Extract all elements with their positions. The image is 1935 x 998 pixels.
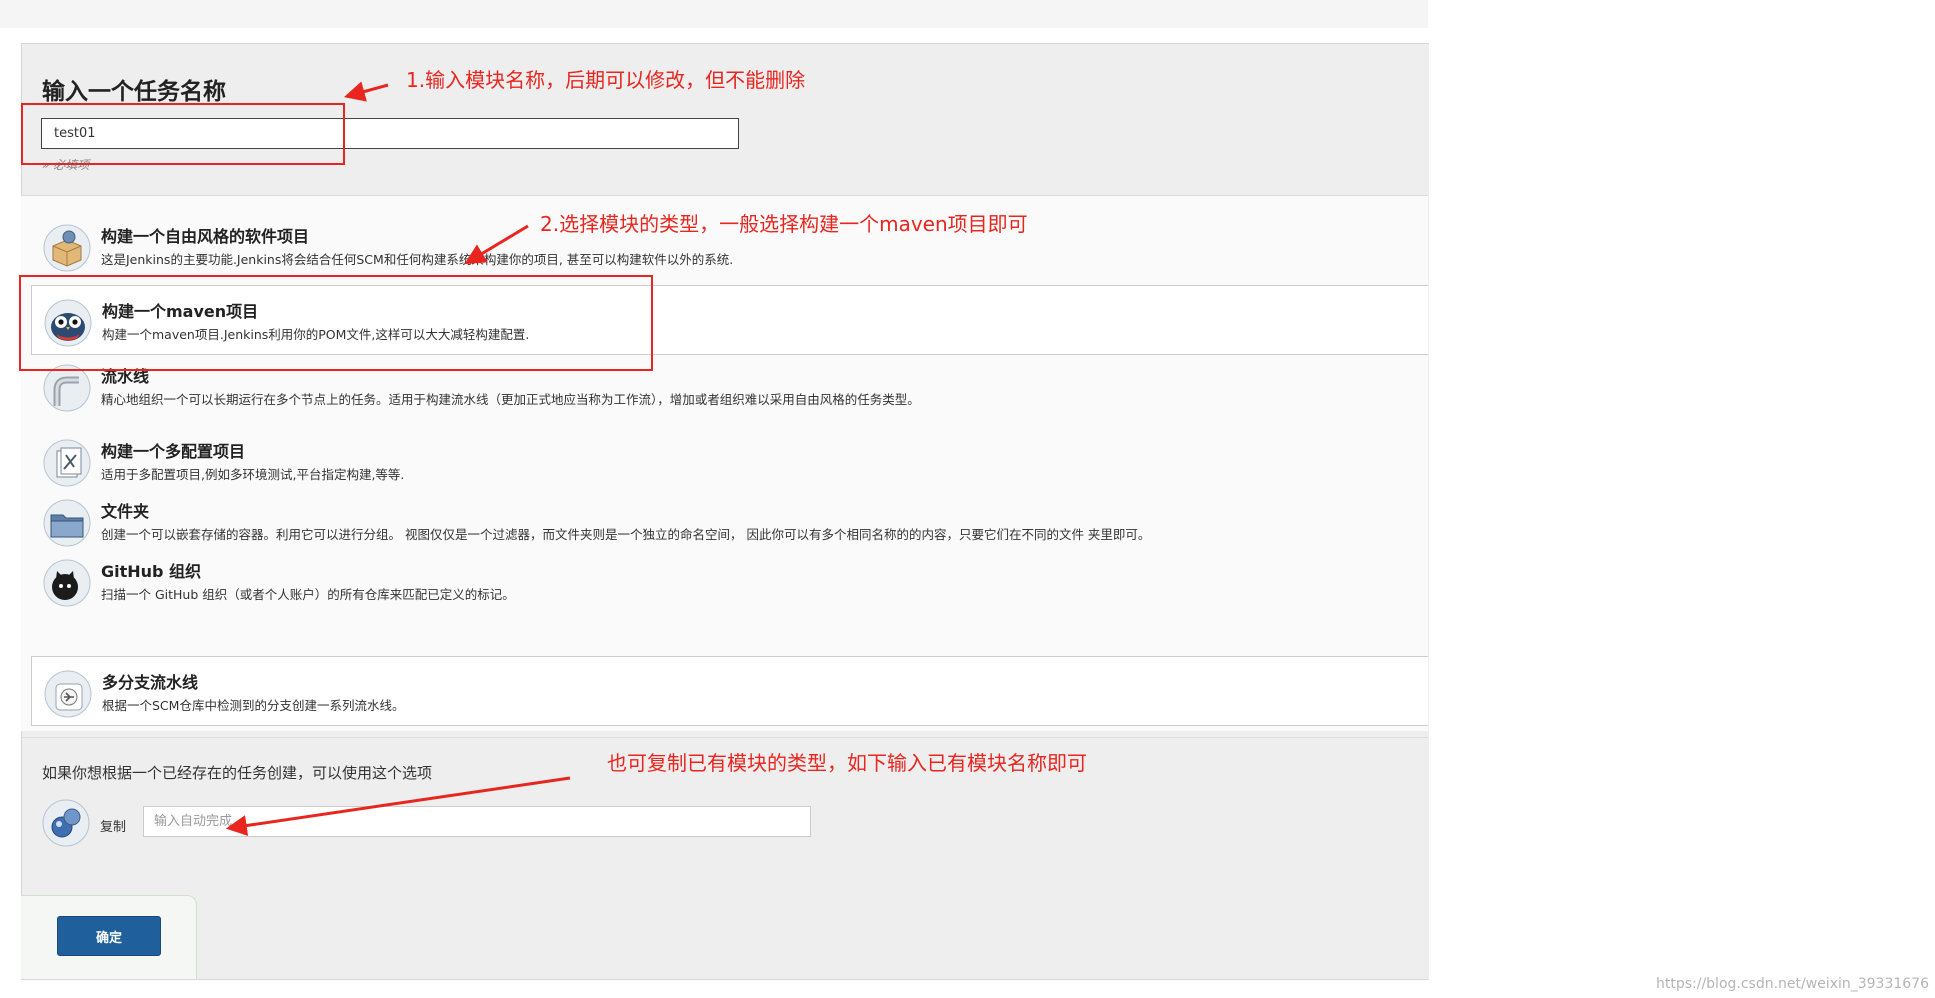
copy-hint: 如果你想根据一个已经存在的任务创建，可以使用这个选项 [42, 764, 433, 782]
item-name-title: 输入一个任务名称 [42, 79, 226, 105]
type-description: 精心地组织一个可以长期运行在多个节点上的任务。适用于构建流水线（更加正式地应当称… [101, 392, 920, 407]
copy-bubbles-icon [42, 799, 90, 847]
folder-icon [43, 499, 91, 547]
multibranch-pipeline-icon [44, 670, 92, 718]
ok-button[interactable]: 确定 [57, 916, 161, 956]
copy-label: 复制 [100, 820, 127, 835]
type-title: GitHub 组织 [101, 562, 202, 581]
type-title: 文件夹 [101, 502, 150, 521]
type-title: 构建一个多配置项目 [101, 442, 246, 461]
annotation-1: 1.输入模块名称，后期可以修改，但不能删除 [406, 68, 806, 92]
type-title: 多分支流水线 [102, 673, 199, 692]
type-title: 构建一个自由风格的软件项目 [101, 227, 310, 246]
type-description: 创建一个可以嵌套存储的容器。利用它可以进行分组。 视图仅仅是一个过滤器，而文件夹… [101, 527, 1151, 542]
multi-config-icon [43, 439, 91, 487]
annotation-3: 也可复制已有模块的类型，如下输入已有模块名称即可 [607, 751, 1087, 775]
highlight-maven-box [19, 275, 653, 371]
highlight-name-box [21, 103, 345, 165]
type-multibranch-pipeline[interactable]: 多分支流水线 根据一个SCM仓库中检测到的分支创建一系列流水线。 [31, 656, 1428, 726]
pipeline-icon [43, 364, 91, 412]
type-description: 扫描一个 GitHub 组织（或者个人账户）的所有仓库来匹配已定义的标记。 [101, 587, 515, 602]
copy-from-input[interactable] [143, 806, 811, 837]
type-github-org[interactable]: GitHub 组织 扫描一个 GitHub 组织（或者个人账户）的所有仓库来匹配… [31, 546, 1428, 616]
top-strip [0, 0, 1428, 28]
type-description: 根据一个SCM仓库中检测到的分支创建一系列流水线。 [102, 698, 405, 713]
annotation-2: 2.选择模块的类型，一般选择构建一个maven项目即可 [540, 212, 1028, 236]
freestyle-box-icon [43, 224, 91, 272]
watermark: https://blog.csdn.net/weixin_39331676 [1655, 976, 1929, 992]
type-description: 这是Jenkins的主要功能.Jenkins将会结合任何SCM和任何构建系统来构… [101, 252, 734, 267]
type-description: 适用于多配置项目,例如多环境测试,平台指定构建,等等. [101, 467, 405, 482]
github-org-icon [43, 559, 91, 607]
